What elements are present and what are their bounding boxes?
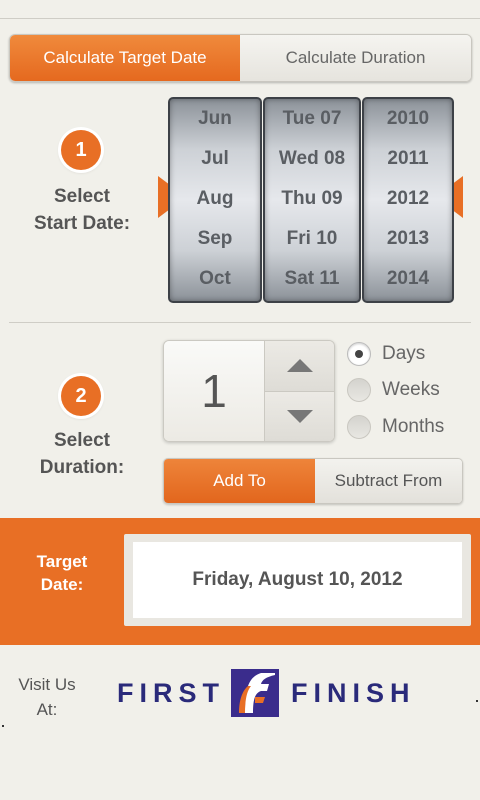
radio-months-label: Months <box>382 416 445 437</box>
arrow-down-icon <box>286 409 313 423</box>
result-band: Target Date: Friday, August 10, 2012 <box>0 518 480 645</box>
day-option[interactable]: Sat 11 <box>265 259 359 299</box>
visit-us-label: Visit Us At: <box>14 672 80 722</box>
duration-stepper: 1 <box>163 340 335 442</box>
top-divider <box>0 18 480 19</box>
logo-mark-icon <box>231 669 279 717</box>
duration-label-line1: Select <box>54 430 110 451</box>
corner-dot <box>476 700 478 702</box>
visit-us-line2: At: <box>36 700 58 719</box>
arrow-up-icon <box>286 359 313 373</box>
step-1-badge: 1 <box>61 130 101 170</box>
start-date-label-line1: Select <box>54 186 110 207</box>
year-option[interactable]: 2011 <box>364 139 452 179</box>
month-wheel[interactable]: Jun Jul Aug Sep Oct <box>168 97 262 303</box>
tab-calculate-duration[interactable]: Calculate Duration <box>240 35 471 81</box>
radio-months[interactable]: Months <box>347 415 444 439</box>
start-date-label: Select Start Date: <box>20 183 144 237</box>
duration-value[interactable]: 1 <box>164 341 264 441</box>
increment-button[interactable] <box>265 341 334 391</box>
logo-word-first: FIRST <box>117 677 225 708</box>
target-date-label: Target Date: <box>18 550 106 596</box>
target-date-label-line1: Target <box>36 552 88 571</box>
step-2-badge: 2 <box>61 376 101 416</box>
radio-days[interactable]: Days <box>347 342 425 366</box>
day-option[interactable]: Fri 10 <box>265 219 359 259</box>
month-option[interactable]: Oct <box>170 259 260 299</box>
add-to-button[interactable]: Add To <box>164 459 315 503</box>
month-option[interactable]: Sep <box>170 219 260 259</box>
duration-label: Select Duration: <box>20 427 144 481</box>
start-date-label-line2: Start Date: <box>33 213 131 234</box>
day-option-selected[interactable]: Thu 09 <box>265 179 359 219</box>
subtract-from-button[interactable]: Subtract From <box>315 459 462 503</box>
target-date-value: Friday, August 10, 2012 <box>133 542 462 618</box>
corner-dot <box>2 725 4 727</box>
year-option[interactable]: 2013 <box>364 219 452 259</box>
visit-us-line1: Visit Us <box>18 675 76 694</box>
section-divider <box>9 322 471 323</box>
stepper-buttons <box>264 341 334 441</box>
day-option[interactable]: Wed 08 <box>265 139 359 179</box>
month-option-selected[interactable]: Aug <box>170 179 260 219</box>
year-wheel[interactable]: 2010 2011 2012 2013 2014 <box>362 97 454 303</box>
duration-label-line2: Duration: <box>39 457 125 478</box>
mode-tabs: Calculate Target Date Calculate Duration <box>9 34 472 82</box>
target-date-box: Friday, August 10, 2012 <box>124 534 471 626</box>
year-option[interactable]: 2010 <box>364 99 452 139</box>
target-date-label-line2: Date: <box>40 575 84 594</box>
year-option-selected[interactable]: 2012 <box>364 179 452 219</box>
year-option[interactable]: 2014 <box>364 259 452 299</box>
month-option[interactable]: Jun <box>170 99 260 139</box>
radio-weeks-label: Weeks <box>382 379 440 400</box>
operation-toggle: Add To Subtract From <box>163 458 463 504</box>
logo-word-finish: FINISH <box>291 677 416 708</box>
decrement-button[interactable] <box>265 390 334 441</box>
radio-days-label: Days <box>382 343 426 364</box>
radio-weeks[interactable]: Weeks <box>347 378 440 402</box>
radio-selected-icon <box>347 342 371 366</box>
first-finish-logo[interactable]: FIRST FINISH <box>117 668 416 718</box>
day-wheel[interactable]: Tue 07 Wed 08 Thu 09 Fri 10 Sat 11 <box>263 97 361 303</box>
radio-unselected-icon <box>347 378 371 402</box>
radio-unselected-icon <box>347 415 371 439</box>
month-option[interactable]: Jul <box>170 139 260 179</box>
day-option[interactable]: Tue 07 <box>265 99 359 139</box>
tab-calculate-target-date[interactable]: Calculate Target Date <box>10 35 240 81</box>
